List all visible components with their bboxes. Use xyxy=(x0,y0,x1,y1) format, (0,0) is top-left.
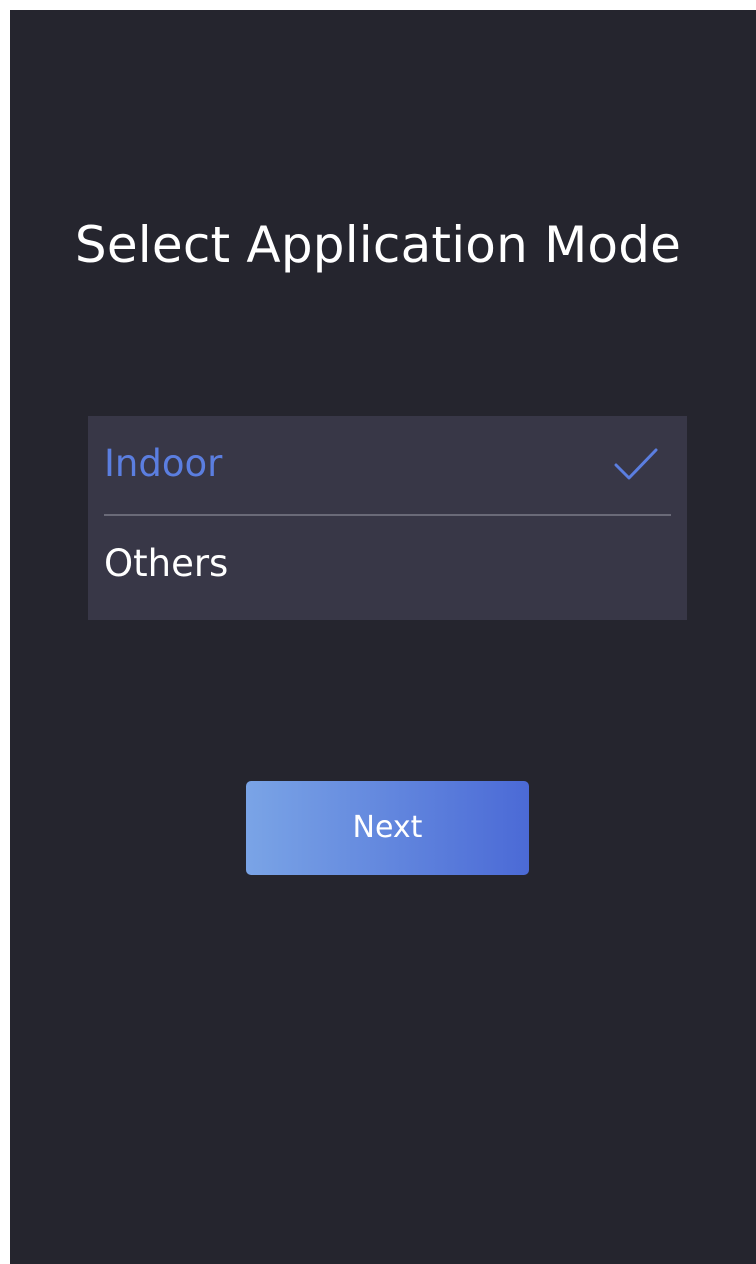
application-mode-list: Indoor Others xyxy=(88,416,687,620)
mode-option-indoor[interactable]: Indoor xyxy=(104,416,671,514)
setup-screen: Select Application Mode Indoor Others Ne… xyxy=(10,10,756,1264)
check-icon xyxy=(614,448,658,480)
page-title: Select Application Mode xyxy=(74,216,682,274)
next-button[interactable]: Next xyxy=(246,781,529,875)
mode-option-others[interactable]: Others xyxy=(104,516,671,614)
mode-option-label: Others xyxy=(104,542,229,585)
mode-option-label: Indoor xyxy=(104,442,223,485)
